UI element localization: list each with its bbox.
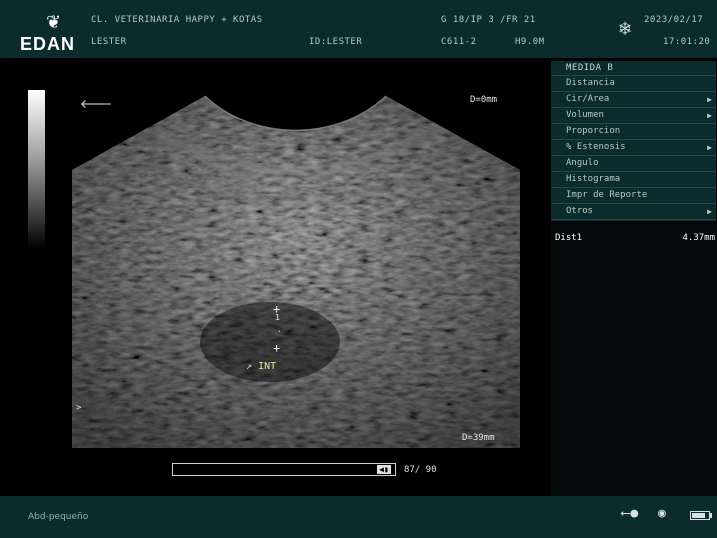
menu-item-cir-area[interactable]: Cir/Area ▶ [551,92,716,108]
caliper-dot: · [277,327,282,336]
probe-model: C611-2 [441,37,477,47]
logo-text: EDAN [20,34,76,54]
caliper-index: 1 [275,313,280,322]
exam-date: 2023/02/17 [644,15,704,25]
chevron-right-icon: ▶ [707,143,712,152]
patient-id: ID:LESTER [309,37,363,47]
battery-tip [710,513,712,518]
depth-top-label: D=0mm [470,95,498,105]
annotation-arrow-icon: ↗ [246,361,253,372]
caliper-end-icon[interactable]: + [273,342,280,354]
orientation-marker: > [76,403,82,413]
ultrasound-image[interactable] [70,92,522,448]
battery-level [692,513,705,518]
menu-item-label: Cir/Area [566,94,610,104]
menu-item-volumen[interactable]: Volumen ▶ [551,108,716,124]
menu-item-label: Proporcion [566,126,621,136]
result-value: 4.37mm [682,233,715,243]
menu-item-label: Otros [566,206,594,216]
clinic-name: CL. VETERINARIA HAPPY + KOTAS [91,15,263,25]
back-arrow-icon[interactable]: 🡐 [80,96,112,111]
footer-bar: Abd-pequeño ⭠● ◉ [0,496,717,538]
annotation-text: INT [258,361,277,372]
probe-icon: ◉ [658,506,666,521]
battery-icon [690,511,710,520]
chevron-right-icon: ▶ [707,111,712,120]
exam-time: 17:01:20 [663,37,711,47]
result-label: Dist1 [555,233,583,243]
probe-frequency: H9.0M [515,37,545,47]
menu-item-label: Impr de Reporte [566,190,648,200]
menu-item-angulo[interactable]: Angulo [551,156,716,172]
header-bar: ❦ EDAN CL. VETERINARIA HAPPY + KOTAS LES… [0,0,717,58]
usb-icon: ⭠● [620,506,639,521]
depth-bottom-label: D=39mm [462,433,495,443]
cine-progress-bar[interactable]: ◀▮ [172,463,396,476]
leaf-icon: ❦ [46,12,62,33]
menu-item-histograma[interactable]: Histograma [551,172,716,188]
measure-menu: MEDIDA B Distancia Cir/Area ▶ Volumen ▶ Propo… [551,61,716,221]
menu-item-distancia[interactable]: Distancia [551,76,716,92]
menu-item-label: % Estenosis [566,142,626,152]
menu-item-impr-de-reporte[interactable]: Impr de Reporte [551,188,716,204]
snowflake-icon[interactable]: ❄ [614,17,636,39]
chevron-right-icon: ▶ [707,207,712,216]
patient-name: LESTER [91,37,127,47]
edan-logo: ❦ EDAN [20,12,84,55]
cine-rewind-icon[interactable]: ◀▮ [377,465,391,474]
exam-preset[interactable]: Abd-pequeño [28,512,88,522]
menu-item-label: Volumen [566,110,604,120]
menu-item-estenosis[interactable]: % Estenosis ▶ [551,140,716,156]
menu-item-proporcion[interactable]: Proporcion [551,124,716,140]
grayscale-bar [28,90,45,248]
frame-counter: 87/ 90 [404,465,437,475]
menu-item-otros[interactable]: Otros ▶ [551,204,716,220]
results-panel: Dist1 4.37mm [551,221,717,496]
imaging-params: G 18/IP 3 /FR 21 [441,15,536,25]
annotation[interactable]: ↗ INT [246,361,276,372]
chevron-right-icon: ▶ [707,95,712,104]
menu-item-label: Angulo [566,158,599,168]
menu-item-label: Histograma [566,174,621,184]
menu-item-label: Distancia [566,78,615,88]
menu-title: MEDIDA B [551,61,716,76]
